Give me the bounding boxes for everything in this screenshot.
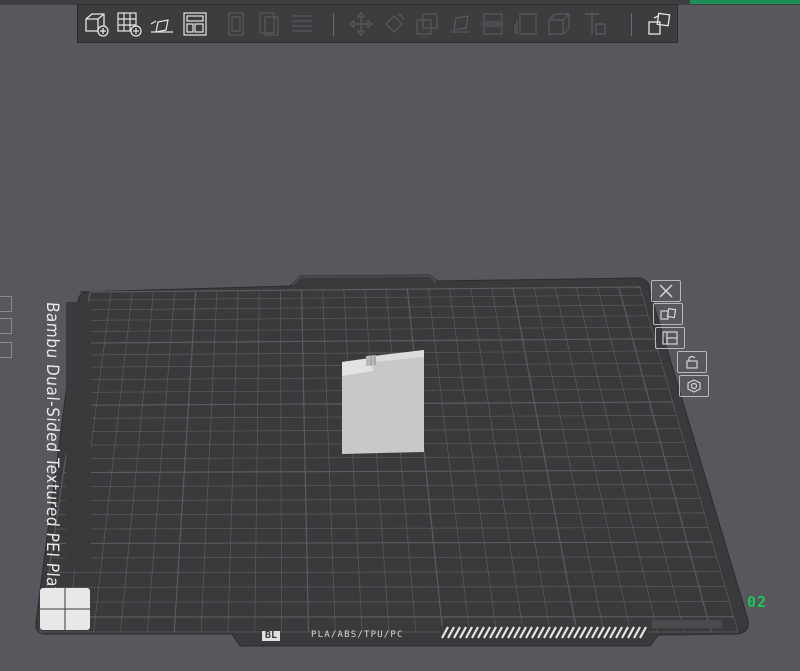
plate-number[interactable]: 02 [747,593,767,611]
move-button[interactable] [346,10,376,38]
main-toolbar [77,4,678,43]
seam-icon [548,13,570,35]
toolbar-separator-2 [631,13,632,36]
cube-plus-icon [85,13,109,37]
arrange-plate-button[interactable] [655,327,685,349]
assembly-button[interactable] [644,10,674,38]
seam-button[interactable] [544,10,574,38]
close-icon [659,284,673,298]
lay-on-face-icon [450,15,470,33]
text-button[interactable] [580,10,610,38]
gear-icon [687,379,701,393]
auto-orient-button[interactable] [147,10,177,38]
brand-logo-icon: BL [262,631,281,641]
cut-button[interactable] [478,10,508,38]
lock-icon [686,355,698,369]
text-icon [585,13,606,35]
lock-plate-button[interactable] [677,351,707,373]
arrange-button[interactable] [180,10,210,38]
plate-settings-button[interactable] [679,375,709,397]
arrange-icon [662,331,678,345]
auto-orient-icon [150,19,173,33]
plate-label-background [66,302,91,570]
left-panel-button-1[interactable] [0,296,12,312]
delete-plate-button[interactable] [651,280,681,302]
layers-icon [292,15,312,32]
support-paint-icon [514,13,537,35]
add-object-button[interactable] [81,10,111,38]
copy-button[interactable] [221,10,251,38]
orient-plate-button[interactable] [653,303,683,325]
paste-button[interactable] [254,10,284,38]
orient-icon [660,307,677,320]
lay-on-face-button[interactable] [445,10,475,38]
copy-icon [228,12,244,36]
paste-icon [259,12,279,36]
toolbar-separator-1 [333,13,334,36]
rotate-button[interactable] [379,10,409,38]
assembly-icon [648,12,671,35]
plate-name-label: Bambu Dual-Sided Textured PEI Plate [42,301,62,605]
left-panel-button-2[interactable] [0,318,12,334]
layers-button[interactable] [287,10,317,38]
grid-plus-icon [117,12,142,37]
scale-button[interactable] [412,10,442,38]
add-plate-button[interactable] [114,10,144,38]
model-object [342,350,424,454]
filament-compatibility-text: PLA/ABS/TPU/PC [311,630,404,640]
rotate-icon [385,13,405,33]
arrange-icon [183,12,207,36]
left-panel-button-3[interactable] [0,342,12,358]
move-icon [349,12,373,36]
cut-icon [481,13,505,35]
support-paint-button[interactable] [511,10,541,38]
scale-icon [416,13,438,35]
